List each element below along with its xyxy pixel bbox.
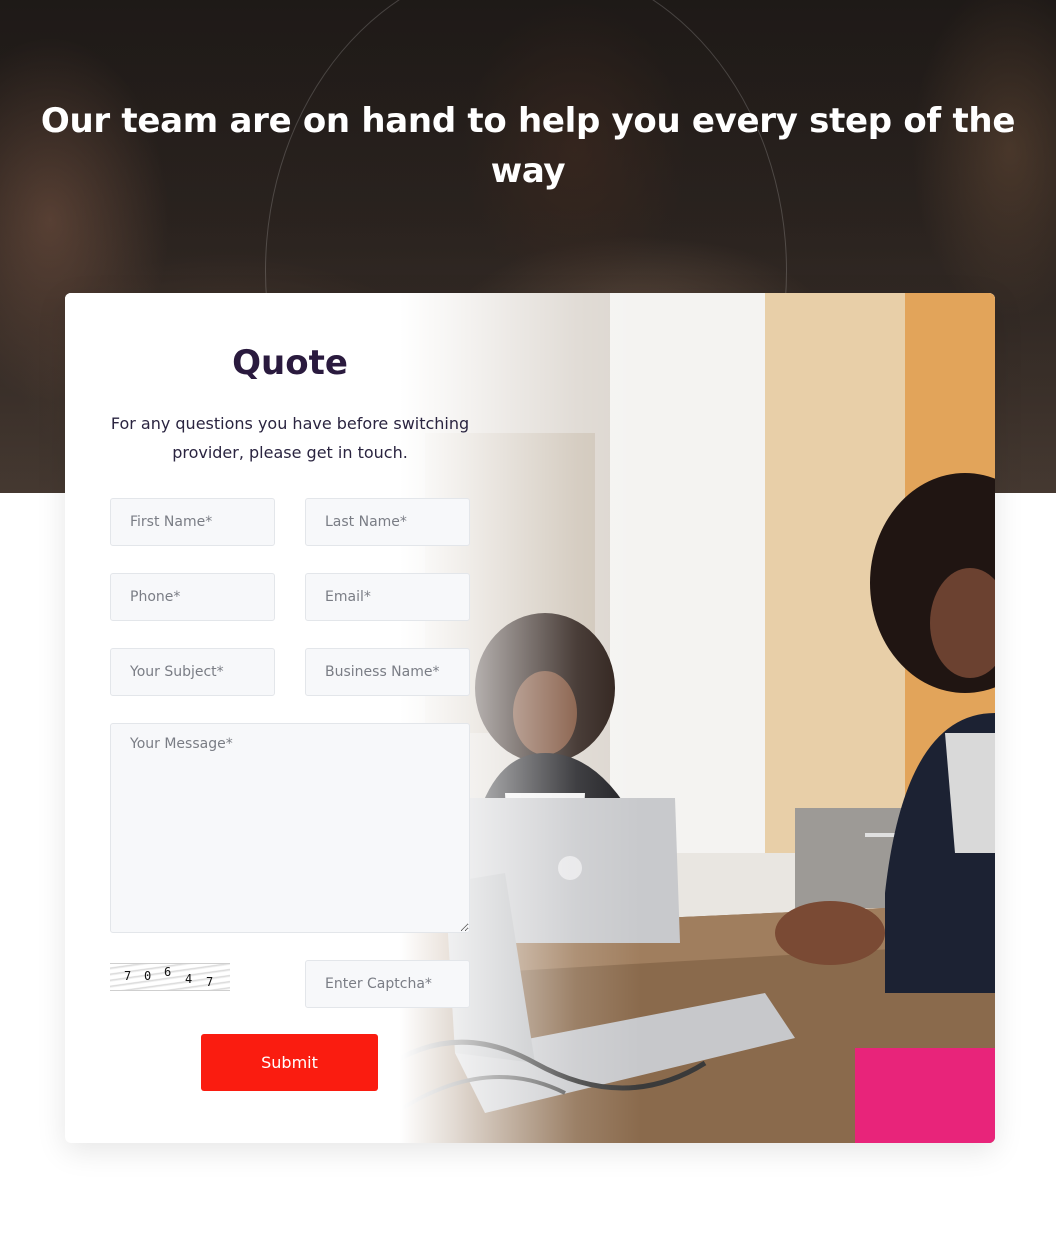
captcha-digit: 7	[124, 969, 132, 983]
captcha-digit: 0	[144, 969, 152, 983]
captcha-image: 7 0 6 4 7	[110, 963, 230, 991]
captcha-digit: 6	[164, 965, 172, 979]
first-name-field[interactable]	[110, 498, 275, 546]
captcha-digit: 7	[206, 975, 214, 989]
form-title: Quote	[232, 343, 348, 383]
captcha-field[interactable]	[305, 960, 470, 1008]
submit-button[interactable]: Submit	[201, 1034, 378, 1091]
message-field[interactable]	[110, 723, 470, 933]
subject-field[interactable]	[110, 648, 275, 696]
phone-field[interactable]	[110, 573, 275, 621]
hero-title: Our team are on hand to help you every s…	[0, 96, 1056, 196]
quote-card: Quote For any questions you have before …	[65, 293, 995, 1143]
hero-title-text: Our team are on hand to help you every s…	[40, 101, 1016, 191]
email-field[interactable]	[305, 573, 470, 621]
form-description: For any questions you have before switch…	[110, 414, 470, 462]
captcha-digit: 4	[185, 972, 193, 986]
last-name-field[interactable]	[305, 498, 470, 546]
business-name-field[interactable]	[305, 648, 470, 696]
